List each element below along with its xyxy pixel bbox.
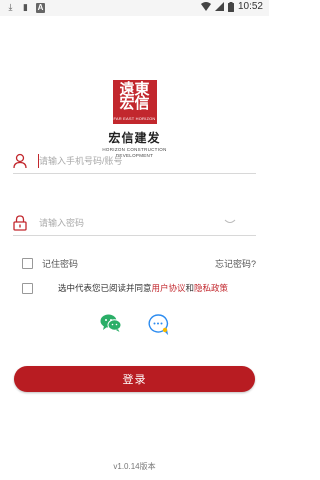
logo-badge: 遠東宏信 FAR EAST HORIZON <box>112 80 157 124</box>
download-icon: ⤓ <box>8 2 13 12</box>
account-input[interactable] <box>39 153 239 169</box>
remember-row: 记住密码 忘记密码? <box>22 255 256 271</box>
app-version: v1.0.14版本 <box>113 462 156 471</box>
system-icons: 10:52 <box>200 1 263 12</box>
account-field <box>13 150 256 174</box>
status-time: 10:52 <box>237 1 263 12</box>
login-button[interactable]: 登录 <box>14 366 255 392</box>
company-name: 宏信建发 <box>108 131 161 145</box>
lock-icon <box>13 215 27 231</box>
user-icon <box>13 153 27 169</box>
logo-badge-en: FAR EAST HORIZON <box>113 116 156 121</box>
remember-label: 记住密码 <box>42 259 79 269</box>
battery-icon <box>227 1 234 12</box>
wifi-icon <box>200 2 211 11</box>
forgot-password-link[interactable]: 忘记密码? <box>215 257 256 270</box>
agree-checkbox[interactable] <box>22 283 33 294</box>
wechat-icon[interactable] <box>100 313 122 333</box>
remember-checkbox[interactable] <box>22 258 33 269</box>
status-bar: ⤓ ▮ A 10:52 <box>0 0 269 16</box>
app-notification-icon: A <box>36 2 45 13</box>
password-field <box>13 212 256 236</box>
password-input[interactable] <box>39 215 239 231</box>
signal-icon <box>214 2 224 11</box>
agreement-prefix: 选中代表您已阅读并同意 <box>58 283 152 293</box>
social-login <box>0 313 269 335</box>
eye-closed-icon[interactable] <box>224 218 236 226</box>
user-agreement-link[interactable]: 用户协议 <box>152 283 186 293</box>
agreement-row: 选中代表您已阅读并同意用户协议和隐私政策 <box>22 280 256 296</box>
password-underline <box>13 235 256 236</box>
agreement-text: 选中代表您已阅读并同意用户协议和隐私政策 <box>58 282 228 294</box>
notification-icons: ⤓ ▮ A <box>6 2 45 13</box>
agreement-and: 和 <box>185 283 195 293</box>
brand-logo: 遠東宏信 FAR EAST HORIZON 宏信建发 HORIZON CONST… <box>0 80 269 158</box>
sd-card-icon: ▮ <box>23 2 28 12</box>
chat-bubble-icon[interactable] <box>147 313 169 335</box>
privacy-policy-link[interactable]: 隐私政策 <box>194 283 228 293</box>
account-underline <box>13 173 256 174</box>
